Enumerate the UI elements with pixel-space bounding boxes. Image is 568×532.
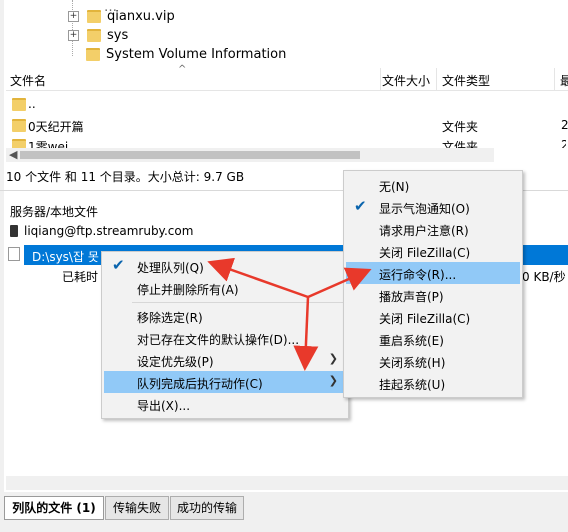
arrow-to-after-queue: [293, 296, 319, 371]
arrow-to-run-command: [307, 267, 372, 299]
tab-successful-transfers[interactable]: 成功的传输: [170, 496, 244, 520]
arrow-to-process-queue: [207, 257, 309, 299]
annotation-arrows: [207, 257, 372, 371]
tab-queued-files[interactable]: 列队的文件 (1): [4, 496, 104, 520]
tab-failed-transfers[interactable]: 传输失败: [105, 496, 169, 520]
queue-tabs: 列队的文件 (1) 传输失败 成功的传输: [0, 492, 568, 532]
